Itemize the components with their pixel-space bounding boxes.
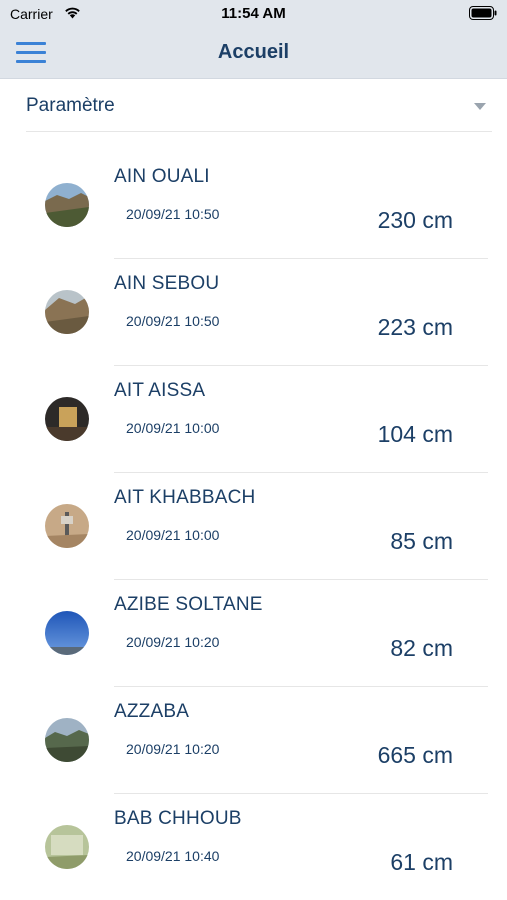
station-timestamp: 20/09/21 10:40: [126, 848, 220, 864]
station-list: AIN OUALI 20/09/21 10:50 230 cm AIN SEBO…: [0, 152, 507, 900]
station-name: AIN OUALI: [114, 166, 210, 187]
station-row[interactable]: BAB CHHOUB 20/09/21 10:40 61 cm: [0, 794, 507, 900]
station-level: 223 cm: [377, 314, 453, 340]
dropdown-caret-icon: [474, 103, 486, 110]
station-row[interactable]: AIT KHABBACH 20/09/21 10:00 85 cm: [0, 473, 507, 580]
station-name: AIT AISSA: [114, 380, 206, 401]
station-timestamp: 20/09/21 10:00: [126, 527, 220, 543]
station-level: 104 cm: [377, 421, 453, 447]
station-photo-avatar: [45, 825, 89, 869]
station-level: 665 cm: [377, 742, 453, 768]
station-name: AIN SEBOU: [114, 273, 220, 294]
station-name: AZIBE SOLTANE: [114, 594, 263, 615]
station-timestamp: 20/09/21 10:00: [126, 420, 220, 436]
station-photo-avatar: [45, 611, 89, 655]
station-row[interactable]: AZIBE SOLTANE 20/09/21 10:20 82 cm: [0, 580, 507, 687]
station-photo-avatar: [45, 183, 89, 227]
station-row[interactable]: AIN SEBOU 20/09/21 10:50 223 cm: [0, 259, 507, 366]
station-timestamp: 20/09/21 10:50: [126, 313, 220, 329]
station-level: 82 cm: [390, 635, 453, 661]
station-name: BAB CHHOUB: [114, 808, 242, 829]
station-row[interactable]: AIN OUALI 20/09/21 10:50 230 cm: [0, 152, 507, 259]
station-name: AZZABA: [114, 701, 190, 722]
status-bar: Carrier 11:54 AM: [0, 0, 507, 28]
navigation-bar: Accueil: [0, 28, 507, 79]
page-title: Accueil: [217, 41, 290, 63]
station-row[interactable]: AZZABA 20/09/21 10:20 665 cm: [0, 687, 507, 794]
parameter-dropdown-label: Paramètre: [26, 95, 115, 116]
status-time: 11:54 AM: [221, 5, 286, 22]
battery-icon: [469, 6, 497, 20]
station-name: AIT KHABBACH: [114, 487, 256, 508]
parameter-dropdown[interactable]: Paramètre: [26, 80, 492, 132]
station-photo-avatar: [45, 504, 89, 548]
station-level: 230 cm: [377, 207, 453, 233]
station-level: 61 cm: [390, 849, 453, 875]
station-level: 85 cm: [390, 528, 453, 554]
station-photo-avatar: [45, 290, 89, 334]
station-photo-avatar: [45, 718, 89, 762]
station-timestamp: 20/09/21 10:20: [126, 634, 220, 650]
station-row[interactable]: AIT AISSA 20/09/21 10:00 104 cm: [0, 366, 507, 473]
station-photo-avatar: [45, 397, 89, 441]
station-timestamp: 20/09/21 10:20: [126, 741, 220, 757]
station-timestamp: 20/09/21 10:50: [126, 206, 220, 222]
